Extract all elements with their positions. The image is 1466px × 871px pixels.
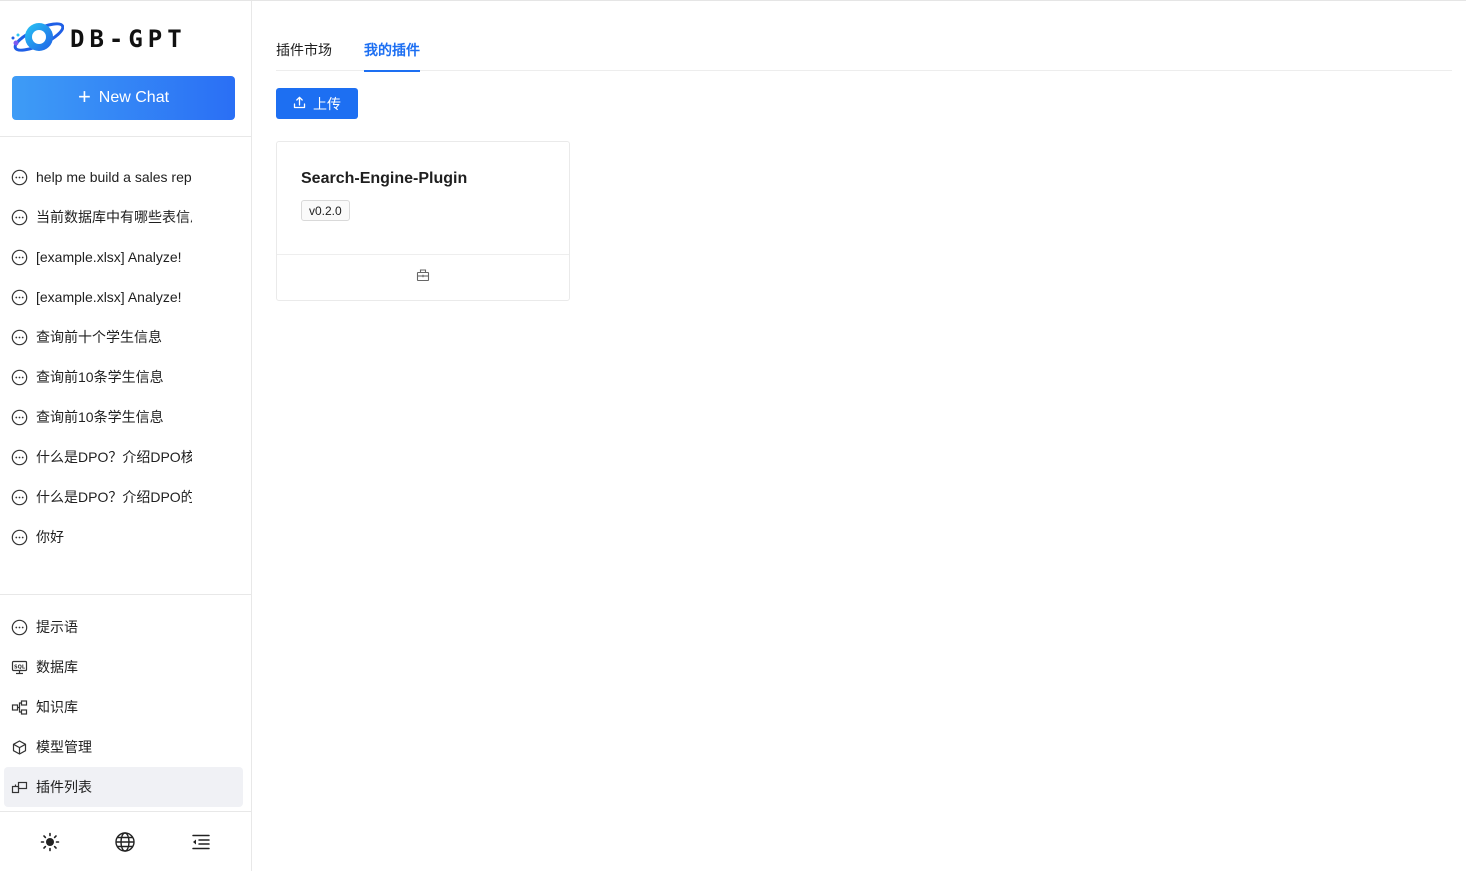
chat-history-label: 什么是DPO？介绍DPO的: [36, 489, 192, 505]
chat-history-item[interactable]: [example.xlsx] Analyze!: [0, 237, 251, 277]
sidebar-item-knowledge[interactable]: 知识库: [0, 687, 251, 727]
sidebar-item-label: 知识库: [36, 699, 78, 715]
tab-plugin-market[interactable]: 插件市场: [276, 25, 332, 71]
message-icon: [11, 619, 28, 636]
chat-history-label: 当前数据库中有哪些表信息: [36, 209, 192, 225]
sidebar-item-label: 数据库: [36, 659, 78, 675]
plugin-card[interactable]: Search-Engine-Plugin v0.2.0: [276, 141, 570, 301]
sidebar-footer: [0, 813, 251, 871]
database-sql-icon: SQL: [11, 659, 28, 676]
model-cube-icon: [11, 739, 28, 756]
chat-history-item[interactable]: 查询前10条学生信息: [0, 357, 251, 397]
message-icon: [11, 289, 28, 306]
chat-history-item[interactable]: 什么是DPO？介绍DPO核心: [0, 437, 251, 477]
chat-history-label: [example.xlsx] Analyze!: [36, 249, 182, 265]
svg-text:SQL: SQL: [14, 664, 26, 670]
sidebar-divider: [0, 136, 251, 137]
plugin-icon: [11, 779, 28, 796]
message-icon: [11, 249, 28, 266]
chat-history-label: 查询前10条学生信息: [36, 409, 164, 425]
tab-my-plugins[interactable]: 我的插件: [364, 25, 420, 72]
main-content: 插件市场 我的插件 上传 Search-Engine-Plugin v0.2.0: [252, 1, 1466, 871]
chat-history-label: 你好: [36, 529, 64, 545]
plugin-card-actions: [277, 254, 569, 300]
sun-icon[interactable]: [38, 830, 62, 854]
message-icon: [11, 489, 28, 506]
knowledge-graph-icon: [11, 699, 28, 716]
globe-icon[interactable]: [113, 830, 137, 854]
message-icon: [11, 329, 28, 346]
message-icon: [11, 369, 28, 386]
chat-history-label: help me build a sales report: [36, 169, 192, 185]
chat-history-label: [example.xlsx] Analyze!: [36, 289, 182, 305]
collapse-menu-icon[interactable]: [189, 830, 213, 854]
upload-label: 上传: [313, 95, 341, 112]
plugin-name: Search-Engine-Plugin: [301, 170, 468, 187]
plugin-version-tag: v0.2.0: [301, 200, 350, 221]
message-icon: [11, 449, 28, 466]
chat-history-item[interactable]: 当前数据库中有哪些表信息: [0, 197, 251, 237]
logo-text: DB-GPT: [70, 25, 187, 53]
sidebar-item-models[interactable]: 模型管理: [0, 727, 251, 767]
new-chat-label: New Chat: [98, 89, 170, 106]
sidebar-menu: 提示语 SQL 数据库 知识库 模型管理 插件列表: [0, 607, 251, 807]
planet-logo-icon: [10, 15, 65, 64]
sidebar-item-label: 插件列表: [36, 779, 92, 795]
sidebar-item-prompt[interactable]: 提示语: [0, 607, 251, 647]
sidebar-divider: [0, 594, 251, 595]
sidebar-item-label: 模型管理: [36, 739, 92, 755]
message-icon: [11, 169, 28, 186]
plus-icon: +: [77, 84, 91, 109]
sidebar-divider: [0, 811, 251, 812]
chat-history-item[interactable]: 什么是DPO？介绍DPO的: [0, 477, 251, 517]
chat-history-label: 查询前10条学生信息: [36, 369, 164, 385]
chat-history-label: 什么是DPO？介绍DPO核心: [36, 449, 192, 465]
sidebar-item-database[interactable]: SQL 数据库: [0, 647, 251, 687]
plugin-tabs: 插件市场 我的插件: [276, 25, 1452, 72]
message-icon: [11, 529, 28, 546]
new-chat-button[interactable]: + New Chat: [12, 76, 235, 120]
chat-history-item[interactable]: 查询前10条学生信息: [0, 397, 251, 437]
logo[interactable]: DB-GPT: [10, 17, 232, 61]
sidebar: DB-GPT + New Chat help me build a sales …: [0, 1, 252, 871]
upload-button[interactable]: 上传: [276, 88, 358, 119]
uninstall-icon[interactable]: [416, 268, 430, 287]
chat-history-item[interactable]: help me build a sales report: [0, 157, 251, 197]
sidebar-item-label: 提示语: [36, 619, 78, 635]
chat-history-item[interactable]: 你好: [0, 517, 251, 557]
chat-history-label: 查询前十个学生信息: [36, 329, 162, 345]
chat-history-list: help me build a sales report 当前数据库中有哪些表信…: [0, 157, 251, 557]
chat-history-item[interactable]: [example.xlsx] Analyze!: [0, 277, 251, 317]
sidebar-item-plugins[interactable]: 插件列表: [4, 767, 243, 807]
upload-icon: [293, 96, 306, 112]
message-icon: [11, 209, 28, 226]
message-icon: [11, 409, 28, 426]
chat-history-item[interactable]: 查询前十个学生信息: [0, 317, 251, 357]
